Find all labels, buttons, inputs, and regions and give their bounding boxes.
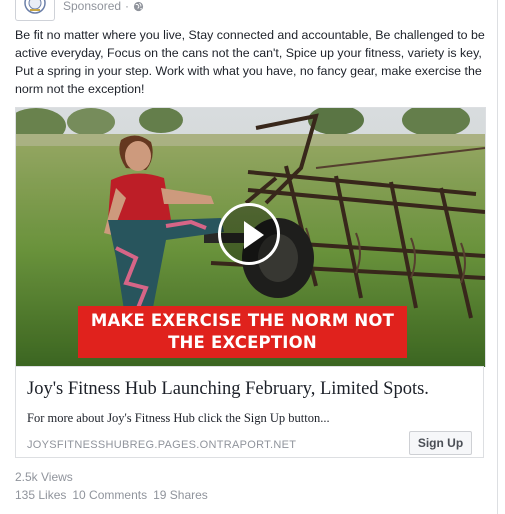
link-description: For more about Joy's Fitness Hub click t… (27, 411, 330, 425)
crest-icon (24, 0, 46, 14)
view-count: 2.5k Views (15, 470, 73, 484)
link-domain: JOYSFITNESSHUBREG.PAGES.ONTRAPORT.NET (27, 439, 297, 451)
likes-count[interactable]: 135 Likes (15, 488, 66, 502)
play-button[interactable] (218, 203, 280, 265)
engagement-stats: 135 Likes 10 Comments 19 Shares (15, 488, 208, 502)
post-message: Be fit no matter where you live, Stay co… (15, 28, 485, 96)
post-header: Sponsored · (15, 0, 497, 21)
comments-count[interactable]: 10 Comments (72, 488, 147, 502)
link-preview[interactable]: Joy's Fitness Hub Launching February, Li… (15, 366, 484, 458)
sponsored-label[interactable]: Sponsored (63, 0, 121, 13)
page-avatar[interactable] (15, 0, 55, 21)
sponsored-meta: Sponsored · (63, 0, 144, 13)
globe-icon[interactable] (133, 1, 144, 12)
link-title[interactable]: Joy's Fitness Hub Launching February, Li… (27, 379, 429, 400)
shares-count[interactable]: 19 Shares (153, 488, 208, 502)
video-caption-banner: MAKE EXERCISE THE NORM NOT THE EXCEPTION (78, 306, 407, 358)
sign-up-button[interactable]: Sign Up (409, 431, 472, 455)
play-icon (244, 221, 264, 249)
video-player[interactable]: MAKE EXERCISE THE NORM NOT THE EXCEPTION (15, 107, 486, 367)
banner-line-2: THE EXCEPTION (168, 333, 317, 352)
sponsored-post-card: Sponsored · Be fit no matter where you l… (0, 0, 498, 514)
meta-separator: · (125, 0, 130, 13)
banner-line-1: MAKE EXERCISE THE NORM NOT (90, 311, 395, 330)
